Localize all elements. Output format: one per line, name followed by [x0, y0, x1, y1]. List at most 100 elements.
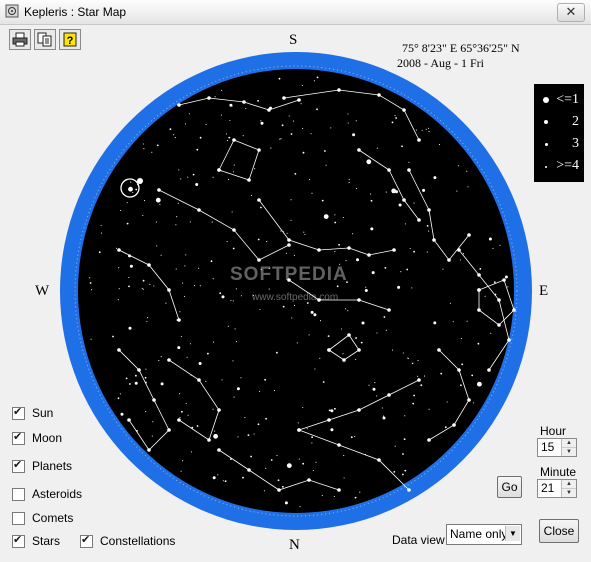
star [347, 122, 349, 124]
hour-value[interactable]: 15 [541, 440, 554, 454]
star [282, 305, 285, 308]
close-window-button[interactable]: ✕ [557, 3, 585, 22]
checkbox-label: Asteroids [32, 487, 83, 501]
star [199, 285, 201, 287]
star-map[interactable] [59, 50, 535, 532]
constellation-star [417, 218, 421, 222]
legend-item-mag3: 3 [534, 134, 584, 154]
star [415, 129, 417, 131]
star [507, 286, 509, 288]
star [190, 451, 193, 453]
star [319, 357, 321, 359]
star [286, 232, 288, 234]
constellation-star [217, 408, 221, 412]
comets-checkbox[interactable]: Comets [12, 511, 73, 525]
checkbox-box[interactable] [12, 405, 25, 420]
star [235, 288, 237, 290]
star [303, 231, 305, 233]
constellation-star [177, 103, 181, 107]
star [174, 137, 176, 139]
planets-checkbox[interactable]: Planets [12, 458, 72, 473]
checkbox-box[interactable] [12, 430, 25, 445]
star [296, 342, 298, 344]
constellation-star [457, 368, 461, 372]
star [327, 335, 330, 337]
star [250, 455, 253, 458]
spin-up-icon[interactable]: ▲ [562, 480, 576, 489]
constellations-checkbox[interactable]: Constellations [80, 533, 175, 548]
constellation-star [357, 148, 361, 152]
checkbox-label: Stars [32, 534, 61, 548]
star [214, 96, 216, 98]
copy-button[interactable] [34, 29, 56, 50]
spin-down-icon[interactable]: ▼ [562, 489, 576, 497]
spin-down-icon[interactable]: ▼ [562, 448, 576, 456]
star [90, 338, 92, 340]
moon-checkbox[interactable]: Moon [12, 430, 62, 445]
constellation-star [317, 248, 321, 252]
star [393, 471, 396, 473]
go-button[interactable]: Go [497, 476, 522, 498]
star [213, 433, 219, 439]
minute-value[interactable]: 21 [541, 481, 554, 495]
constellation-star [467, 398, 471, 402]
data-view-value[interactable]: Name only [450, 527, 507, 541]
star [348, 181, 350, 184]
help-icon: ? [63, 32, 77, 47]
constellation-star [307, 478, 311, 482]
star [499, 244, 501, 246]
stars-checkbox[interactable]: Stars [12, 533, 61, 548]
sun-checkbox[interactable]: Sun [12, 405, 53, 420]
close-button[interactable]: Close [539, 519, 579, 543]
star [426, 225, 429, 227]
star [192, 173, 195, 176]
star [391, 349, 394, 351]
star [302, 406, 304, 409]
spin-up-icon[interactable]: ▲ [562, 439, 576, 448]
constellation-star [337, 88, 341, 92]
constellation-star [347, 333, 351, 337]
checkbox-box[interactable] [12, 511, 25, 525]
star [126, 222, 129, 225]
star [230, 458, 232, 460]
data-view-select[interactable]: Name only ▼ [446, 524, 522, 545]
star [182, 460, 184, 462]
help-button[interactable]: ? [59, 29, 81, 50]
star [177, 346, 181, 350]
minute-spinner[interactable]: 21 ▲ ▼ [537, 479, 577, 498]
star [207, 352, 209, 355]
star [141, 287, 143, 289]
star [117, 299, 119, 301]
star [311, 436, 313, 439]
star [205, 380, 207, 382]
checkbox-box[interactable] [12, 533, 25, 548]
print-icon [12, 32, 28, 47]
checkbox-box[interactable] [12, 487, 25, 501]
constellation-star [152, 398, 156, 402]
minute-spin-arrows[interactable]: ▲ ▼ [561, 480, 576, 497]
star [235, 341, 238, 343]
constellation-star [232, 138, 236, 142]
asteroids-checkbox[interactable]: Asteroids [12, 487, 82, 501]
star [407, 357, 409, 359]
checkbox-box[interactable] [80, 533, 93, 548]
star [217, 474, 219, 476]
star [385, 329, 387, 331]
hour-spin-arrows[interactable]: ▲ ▼ [561, 439, 576, 456]
star [98, 251, 101, 254]
star [404, 415, 406, 417]
direction-east: E [539, 283, 549, 299]
constellation-star [117, 348, 121, 352]
star [345, 308, 347, 310]
planet-marker[interactable] [137, 178, 143, 184]
print-button[interactable] [9, 29, 31, 50]
constellation-star [427, 438, 431, 442]
hour-spinner[interactable]: 15 ▲ ▼ [537, 438, 577, 457]
chevron-down-icon[interactable]: ▼ [505, 526, 520, 541]
checkbox-box[interactable] [12, 458, 25, 473]
star [347, 113, 349, 115]
star [117, 397, 120, 400]
constellation-star [217, 448, 221, 452]
star [173, 134, 175, 136]
hour-label: Hour [540, 424, 567, 438]
